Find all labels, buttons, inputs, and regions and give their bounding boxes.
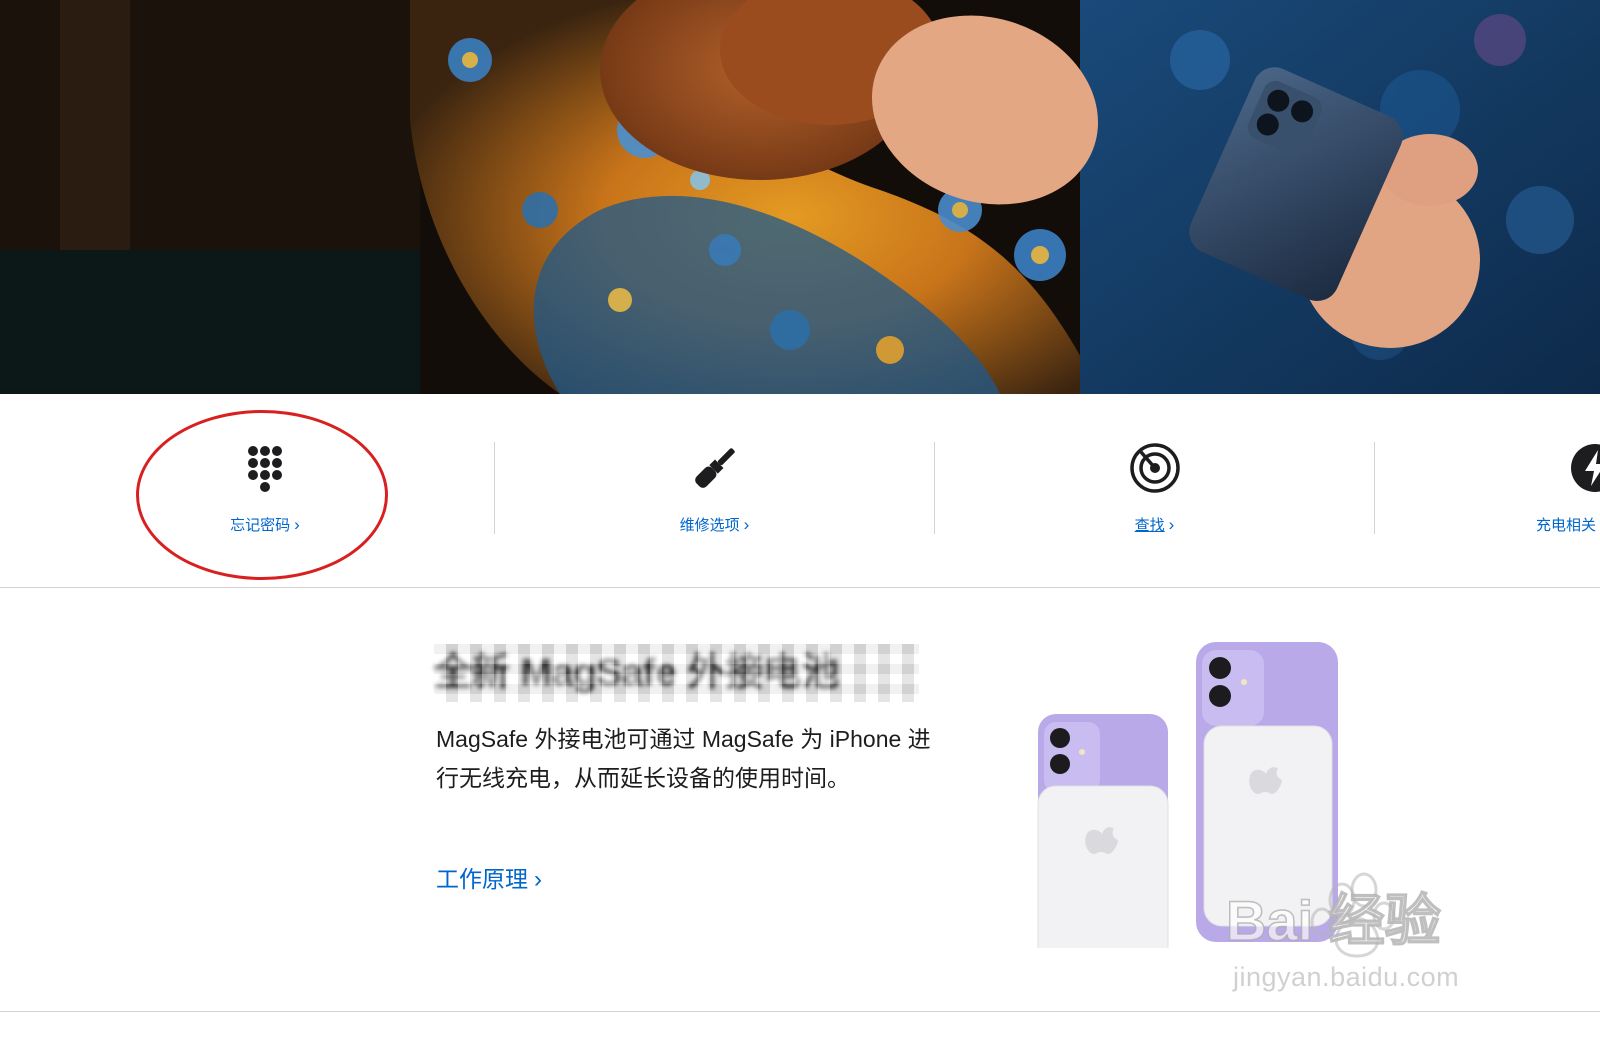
product-title: 全新 MagSafe 外接电池 [434, 652, 840, 694]
magsafe-battery-image [1020, 628, 1350, 977]
product-section: 全新 MagSafe 外接电池 MagSafe 外接电池可通过 MagSafe … [0, 588, 1600, 1012]
chevron-right-icon: › [1168, 515, 1175, 534]
quick-link-forgot-password[interactable]: 忘记密码 › [60, 394, 470, 588]
charging-icon [1565, 442, 1600, 494]
repair-options-link[interactable]: 维修选项 › [495, 514, 934, 535]
forgot-password-label: 忘记密码 [230, 517, 291, 534]
product-description: MagSafe 外接电池可通过 MagSafe 为 iPhone 进行无线充电，… [436, 726, 931, 791]
charging-link[interactable]: 充电相关 [1536, 514, 1600, 535]
section-divider [0, 1011, 1600, 1012]
find-link[interactable]: 查找 › [935, 514, 1374, 535]
find-my-icon [1125, 442, 1185, 494]
chevron-right-icon: › [534, 866, 542, 893]
hero-banner [0, 0, 1600, 394]
chevron-right-icon: › [743, 515, 750, 534]
how-it-works-label: 工作原理 [436, 866, 528, 892]
hero-image [0, 0, 1600, 394]
repair-options-label: 维修选项 [679, 517, 740, 534]
quick-link-repair-options[interactable]: 维修选项 › [495, 394, 934, 588]
chevron-right-icon: › [294, 515, 300, 534]
quick-links-bar: 忘记密码 › 维修选项 › 查找 › 充电相关 [0, 394, 1600, 588]
forgot-password-link[interactable]: 忘记密码 › [60, 514, 470, 535]
quick-link-charging[interactable]: 充电相关 [1375, 394, 1600, 588]
keypad-icon [235, 442, 295, 494]
find-label: 查找 [1134, 517, 1165, 534]
quick-link-find[interactable]: 查找 › [935, 394, 1374, 588]
charging-label: 充电相关 [1536, 517, 1597, 534]
how-it-works-link[interactable]: 工作原理 › [436, 860, 542, 894]
screwdriver-icon [685, 442, 745, 494]
